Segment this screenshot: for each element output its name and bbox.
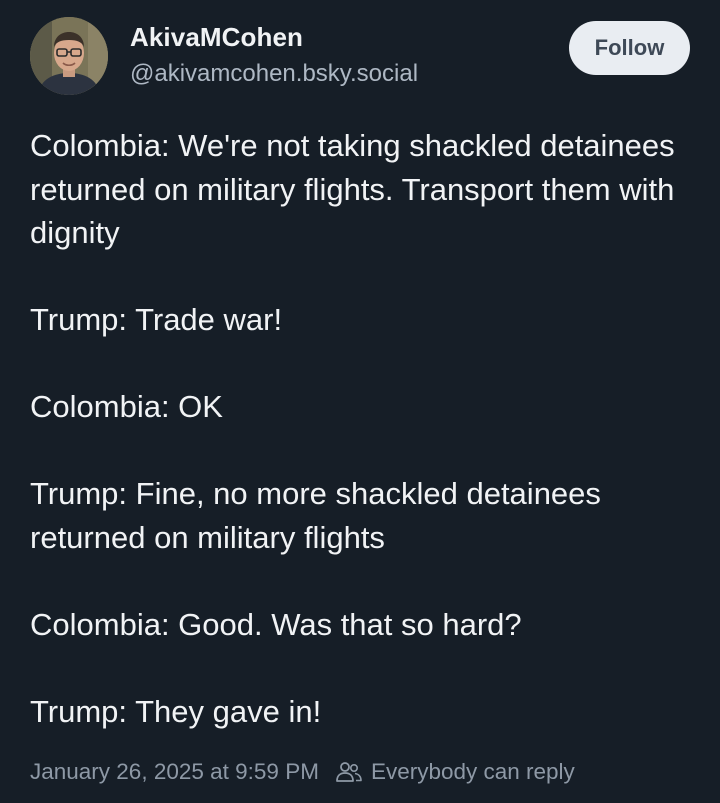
post-paragraph: Trump: Trade war! [30, 302, 283, 337]
author-handle[interactable]: @akivamcohen.bsky.social [130, 60, 418, 88]
post-meta: January 26, 2025 at 9:59 PM Everybody ca… [30, 759, 575, 785]
post-paragraph: Colombia: OK [30, 389, 223, 424]
author-avatar[interactable] [30, 17, 108, 95]
post-paragraph: Trump: They gave in! [30, 693, 322, 729]
post-paragraph: Colombia: Good. Was that so hard? [30, 606, 522, 642]
post-text: Colombia: We're not taking shackled deta… [30, 124, 700, 733]
post-paragraph: Trump: Fine, no more shackled detainees … [30, 476, 601, 555]
post-card: AkivaMCohen @akivamcohen.bsky.social Fol… [0, 0, 720, 803]
post-paragraph: Colombia: We're not taking shackled deta… [30, 128, 675, 250]
author-display-name[interactable]: AkivaMCohen [130, 22, 303, 53]
person-avatar-photo-icon [30, 17, 108, 95]
reply-setting-label[interactable]: Everybody can reply [371, 759, 575, 785]
people-icon [335, 760, 363, 784]
follow-button[interactable]: Follow [569, 21, 690, 75]
post-timestamp[interactable]: January 26, 2025 at 9:59 PM [30, 759, 319, 785]
